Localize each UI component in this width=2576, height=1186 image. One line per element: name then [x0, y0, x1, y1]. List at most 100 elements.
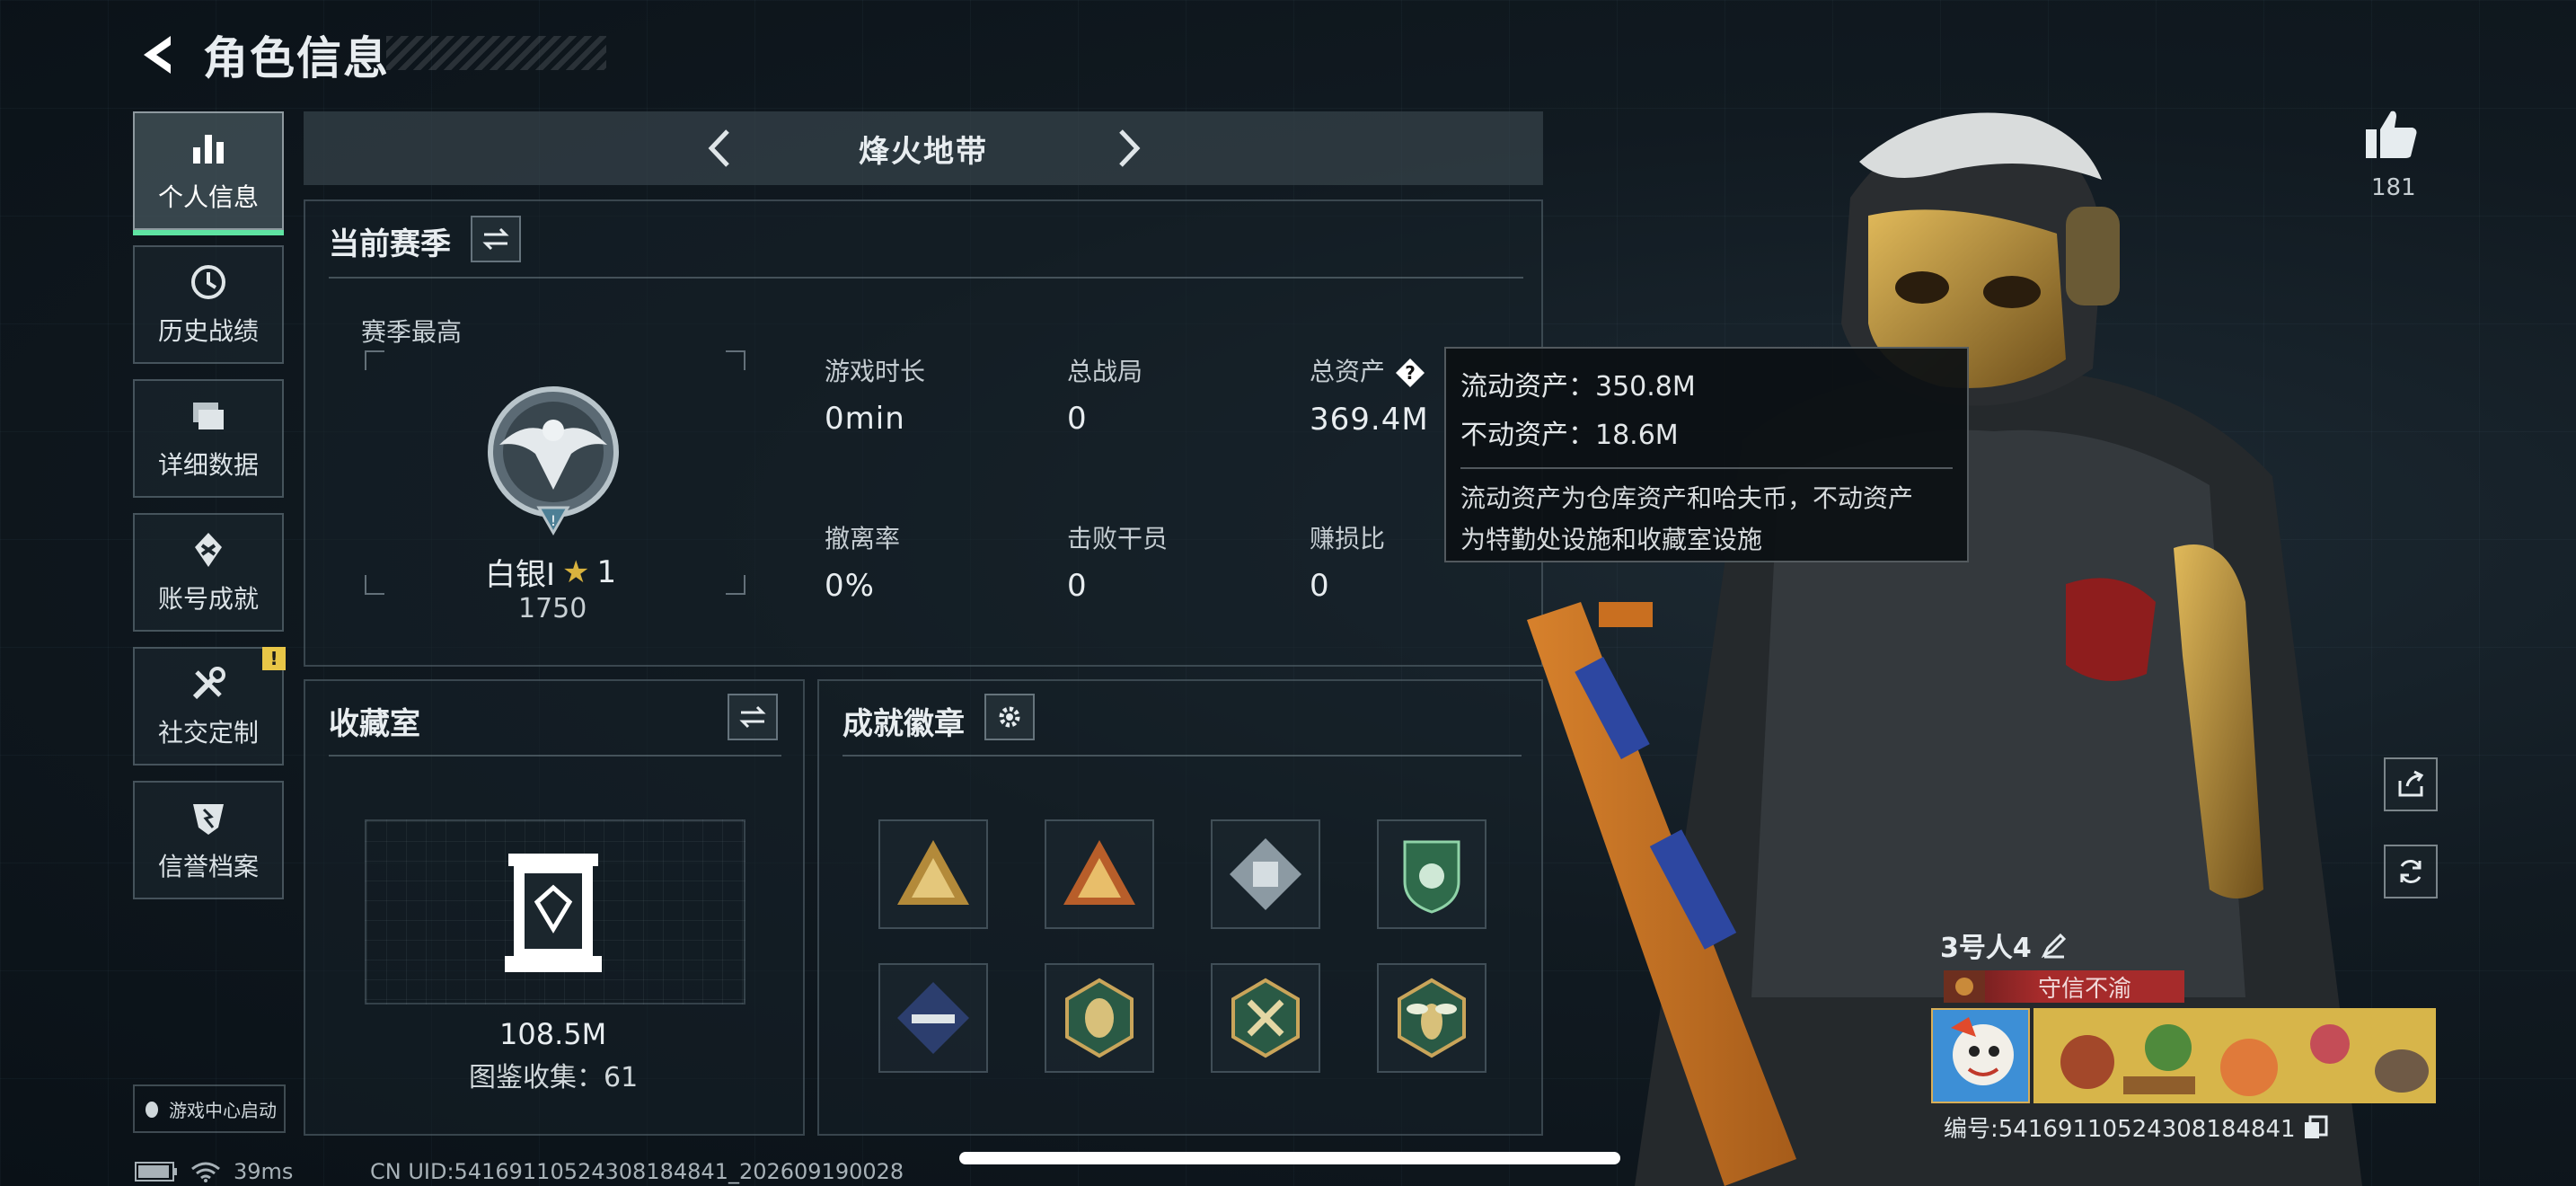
- history-icon: [191, 265, 225, 299]
- stat-total-assets: 总资产 ? 369.4M: [1310, 352, 1429, 438]
- bar-chart-icon: [193, 135, 224, 164]
- rank-name: 白银I: [485, 557, 556, 593]
- sidebar-item-history[interactable]: 历史战绩: [133, 245, 284, 364]
- sidebar-item-detailed-data[interactable]: 详细数据: [133, 379, 284, 498]
- client-uid: CN UID:54169110524308184841_202609190028: [370, 1159, 904, 1184]
- tooltip-description-line1: 流动资产为仓库资产和哈夫币，不动资产: [1460, 483, 1914, 513]
- mode-selector: 烽火地带: [304, 111, 1543, 185]
- achievement-badge[interactable]: [878, 819, 988, 929]
- tooltip-liquid-assets: 流动资产：350.8M: [1460, 371, 1696, 403]
- thumbs-up-icon[interactable]: [2362, 106, 2420, 164]
- achievement-badge[interactable]: [1377, 819, 1486, 929]
- collection-title: 收藏室: [329, 706, 420, 742]
- rank-emblem-icon: !: [488, 386, 619, 536]
- game-center-button[interactable]: 游戏中心启动: [133, 1084, 286, 1133]
- sidebar-item-personal-info[interactable]: 个人信息: [133, 111, 284, 235]
- player-id: 编号:5416911052430818484​1: [1944, 1116, 2296, 1143]
- collection-count: 图鉴收集：61: [469, 1062, 639, 1093]
- player-title-badge[interactable]: 守信不渝: [1944, 970, 2184, 1003]
- stat-label: 总资产: [1310, 357, 1386, 386]
- rank-score: 1750: [518, 593, 587, 624]
- stat-label: 总战局: [1067, 357, 1143, 386]
- svg-text:!: !: [551, 512, 556, 529]
- stat-total-matches: 总战局 0: [1067, 352, 1142, 437]
- share-button[interactable]: [2384, 757, 2438, 811]
- player-name: 3号人4: [1940, 933, 2032, 964]
- tools-icon: [192, 667, 225, 700]
- star-icon: ★: [562, 553, 590, 590]
- home-indicator[interactable]: [959, 1152, 1620, 1164]
- season-best-label: 赛季最高: [361, 317, 463, 347]
- achievement-badge[interactable]: [1045, 963, 1154, 1073]
- gold-orange-triangle-badge-icon: [1063, 840, 1135, 905]
- sidebar-item-label: 详细数据: [157, 450, 259, 480]
- sidebar-item-social[interactable]: 社交定制 !: [133, 647, 286, 766]
- status-bar: 39ms: [135, 1159, 293, 1184]
- ping-value: 39ms: [234, 1159, 294, 1184]
- stat-label-row: 总资产 ?: [1310, 352, 1429, 389]
- season-switch-button[interactable]: [471, 216, 521, 262]
- stat-label: 游戏时长: [825, 357, 926, 386]
- sidebar-item-credit[interactable]: 信誉档案: [133, 781, 284, 899]
- silver-diamond-badge-icon: [1230, 838, 1301, 910]
- chevron-right-icon[interactable]: [1103, 124, 1151, 173]
- sidebar-item-label: 账号成就: [157, 584, 259, 614]
- gear-icon: [999, 706, 1020, 728]
- achievement-badge[interactable]: [1211, 819, 1320, 929]
- blue-diamond-badge-icon: [897, 982, 969, 1054]
- game-center-label: 游戏中心启动: [169, 1099, 277, 1121]
- sidebar-item-label: 历史战绩: [157, 316, 259, 346]
- green-shield-badge-icon: [1403, 840, 1460, 914]
- green-hexagon-badge-icon: [1065, 978, 1134, 1058]
- header: 角色信息: [135, 23, 390, 86]
- stat-profit-ratio: 赚损比 0: [1310, 519, 1385, 604]
- sidebar-item-achievements[interactable]: 账号成就: [133, 513, 284, 632]
- achievements-settings-button[interactable]: [984, 694, 1035, 740]
- green-hexagon-wasp-badge-icon: [1398, 978, 1466, 1058]
- refresh-button[interactable]: [2384, 845, 2438, 898]
- tooltip-divider: [1460, 467, 1953, 469]
- penguin-icon: [146, 1102, 158, 1118]
- stat-playtime: 游戏时长 0min: [825, 352, 925, 437]
- like-count: 181: [2371, 174, 2416, 201]
- sidebar-item-label: 个人信息: [157, 182, 259, 212]
- achievement-badge[interactable]: [1211, 963, 1320, 1073]
- help-icon[interactable]: ?: [1394, 357, 1426, 389]
- achievement-badge[interactable]: [1045, 819, 1154, 929]
- achievement-badge[interactable]: [1377, 963, 1486, 1073]
- copy-icon[interactable]: [2303, 1115, 2328, 1140]
- shield-icon: [193, 804, 224, 835]
- achievement-badge[interactable]: [878, 963, 988, 1073]
- battery-icon: [135, 1162, 177, 1182]
- collection-divider: [329, 755, 781, 757]
- profile-banner[interactable]: [2033, 1008, 2436, 1103]
- svg-text:?: ?: [1405, 362, 1416, 384]
- achievements-title: 成就徽章: [842, 706, 965, 742]
- stat-value: 0: [1067, 568, 1088, 604]
- stat-extraction-rate: 撤离率 0%: [825, 519, 900, 604]
- tooltip-fixed-assets: 不动资产：18.6M: [1460, 420, 1679, 451]
- mode-name: 烽火地带: [859, 133, 988, 170]
- stat-value: 0: [1310, 568, 1330, 604]
- edit-icon[interactable]: [2041, 932, 2068, 959]
- avatar[interactable]: [1931, 1008, 2030, 1103]
- stat-value: 0: [1067, 401, 1088, 437]
- back-arrow-icon[interactable]: [135, 31, 183, 79]
- achievement-icon: [195, 533, 222, 567]
- title-decoration: [386, 36, 606, 70]
- gold-triangle-badge-icon: [897, 840, 969, 905]
- collection-switch-button[interactable]: [728, 694, 778, 740]
- collection-value: 108.5M: [499, 1017, 607, 1051]
- share-icon: [2398, 770, 2424, 797]
- achievements-divider: [842, 755, 1522, 757]
- page-title: 角色信息: [203, 32, 390, 84]
- alert-badge: !: [262, 647, 286, 670]
- swap-icon: [739, 705, 766, 729]
- swap-icon: [482, 227, 509, 251]
- stat-value: 369.4M: [1310, 402, 1429, 438]
- chevron-left-icon[interactable]: [697, 124, 745, 173]
- season-title: 当前赛季: [329, 226, 451, 262]
- display-case-icon: [505, 854, 602, 972]
- sidebar: 个人信息 历史战绩 详细数据 账号成就 社交定制 ! 信誉档案: [133, 111, 286, 915]
- wifi-icon: [191, 1162, 220, 1182]
